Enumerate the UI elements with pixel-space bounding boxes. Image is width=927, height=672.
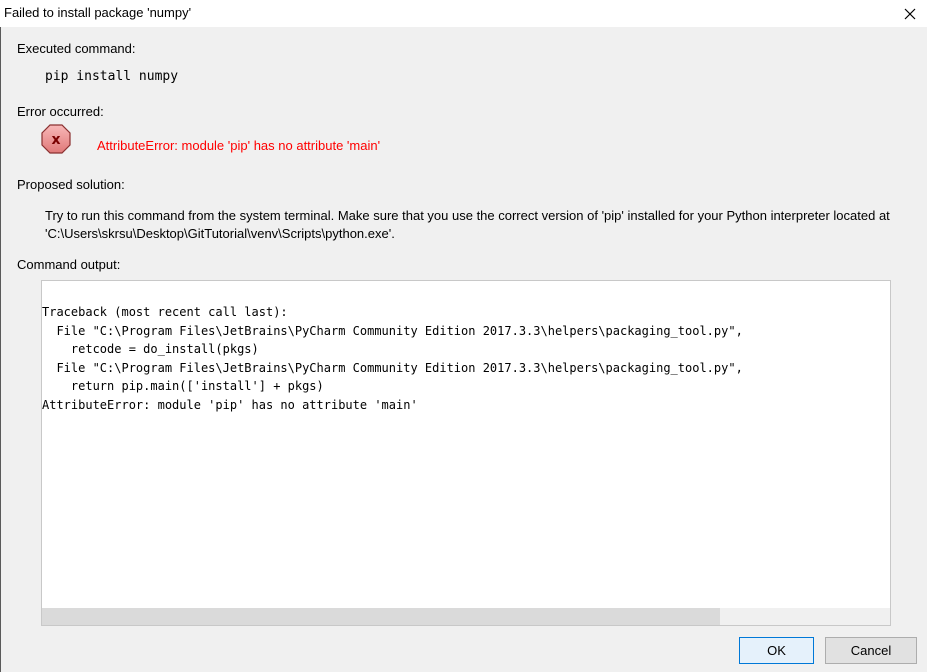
executed-command-label: Executed command: [17, 41, 136, 56]
ok-button[interactable]: OK [739, 637, 814, 664]
error-icon: x [41, 124, 71, 154]
horizontal-scrollbar[interactable] [42, 608, 890, 625]
output-line: File "C:\Program Files\JetBrains\PyCharm… [42, 323, 743, 338]
command-output-label: Command output: [17, 257, 121, 272]
svg-text:x: x [51, 132, 60, 148]
proposed-solution-label: Proposed solution: [17, 177, 125, 192]
scrollbar-thumb[interactable] [42, 608, 720, 625]
command-output-area[interactable]: Traceback (most recent call last): File … [41, 280, 891, 626]
output-line: Traceback (most recent call last): [42, 305, 288, 319]
close-icon [904, 8, 916, 20]
error-occurred-label: Error occurred: [17, 104, 104, 119]
output-line: retcode = do_install(pkgs) [42, 342, 259, 356]
error-message: AttributeError: module 'pip' has no attr… [97, 138, 381, 153]
output-line: File "C:\Program Files\JetBrains\PyCharm… [42, 360, 743, 375]
dialog-title: Failed to install package 'numpy' [4, 5, 192, 20]
close-button[interactable] [893, 0, 927, 27]
title-bar[interactable]: Failed to install package 'numpy' [0, 0, 927, 27]
executed-command-text: pip install numpy [45, 69, 179, 84]
cancel-button[interactable]: Cancel [825, 637, 917, 664]
output-line: return pip.main(['install'] + pkgs) [42, 379, 324, 393]
error-dialog: Failed to install package 'numpy' Execut… [0, 0, 927, 672]
window-frame [0, 27, 1, 672]
output-line: AttributeError: module 'pip' has no attr… [42, 397, 418, 412]
command-output-text[interactable]: Traceback (most recent call last): File … [42, 303, 743, 414]
proposed-solution-text: Try to run this command from the system … [45, 208, 890, 241]
